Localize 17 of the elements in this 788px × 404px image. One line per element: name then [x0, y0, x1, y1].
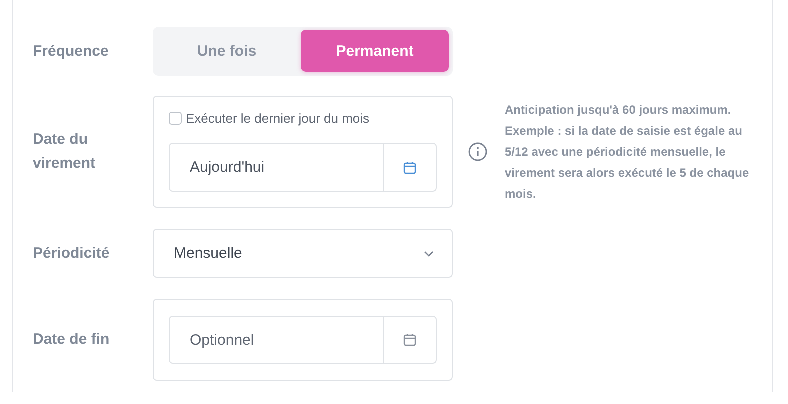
date-field[interactable]: Optionnel [169, 316, 384, 364]
date-field[interactable]: Aujourd'hui [169, 143, 384, 192]
calendar-button[interactable] [384, 316, 437, 364]
select-field[interactable]: Mensuelle [153, 229, 453, 278]
select-value: Mensuelle [174, 245, 242, 262]
calendar-icon [403, 160, 417, 174]
field-label: Périodicité [33, 244, 111, 264]
field-label: Fréquence [33, 42, 110, 62]
chevron-down-icon [424, 250, 434, 256]
field-label: Date de fin [33, 330, 111, 350]
checkbox[interactable] [169, 112, 182, 125]
info-icon [468, 142, 488, 162]
field-label: Date du virement [33, 130, 97, 174]
checkbox-label: Exécuter le dernier jour du mois [186, 111, 370, 126]
info-text: Anticipation jusqu'à 60 jours maximum. Exemple : si la date de saisie est égale au 5/12 avec une périodicité mensuelle, le virement sera alors exécuté le 5 de chaque mois. [505, 102, 750, 202]
calendar-button[interactable] [384, 143, 437, 192]
calendar-icon [403, 333, 417, 347]
